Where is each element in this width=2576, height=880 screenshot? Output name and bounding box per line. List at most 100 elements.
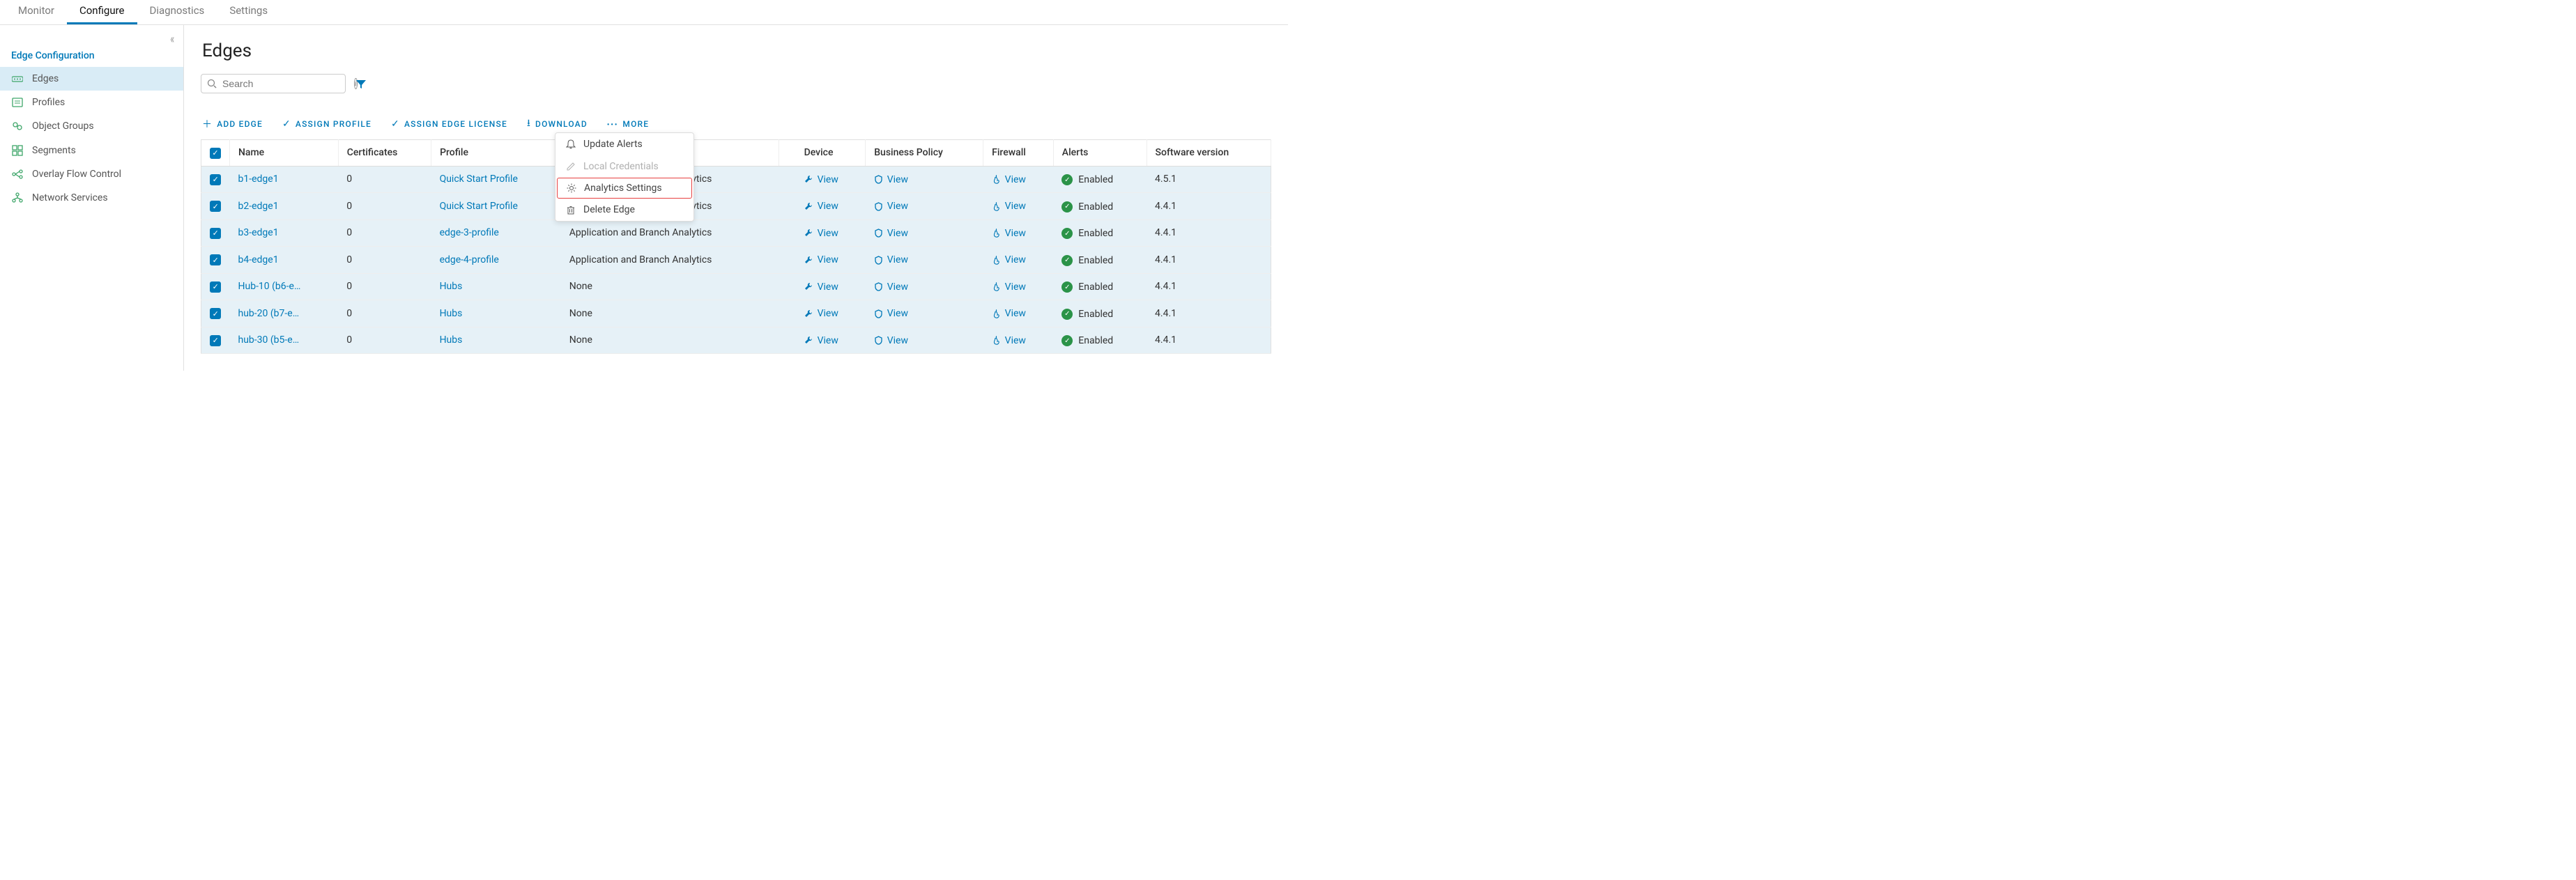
- col-software-version[interactable]: Software version: [1147, 140, 1271, 167]
- business-policy-view-link[interactable]: View: [874, 174, 908, 185]
- business-policy-view-link[interactable]: View: [874, 281, 908, 293]
- sidebar-item-label: Edges: [32, 73, 59, 84]
- firewall-view-link[interactable]: View: [992, 308, 1026, 319]
- firewall-view-link[interactable]: View: [992, 228, 1026, 239]
- edge-name-link[interactable]: Hub-10 (b6-edge1): [238, 281, 301, 292]
- profile-link[interactable]: Hubs: [440, 308, 463, 319]
- alerts-status: ✓ Enabled: [1061, 335, 1113, 346]
- more-button[interactable]: More: [607, 116, 649, 132]
- tab-configure[interactable]: Configure: [67, 0, 137, 24]
- segments-icon: [11, 145, 24, 156]
- sidebar-item-overlay-flow-control[interactable]: Overlay Flow Control: [0, 162, 183, 186]
- search-icon: [207, 78, 217, 89]
- sidebar-item-segments[interactable]: Segments: [0, 139, 183, 162]
- status-enabled-icon: ✓: [1061, 174, 1073, 185]
- row-checkbox[interactable]: ✓: [210, 201, 221, 212]
- device-view-link[interactable]: View: [804, 228, 838, 239]
- row-checkbox[interactable]: ✓: [210, 335, 221, 346]
- col-certificates[interactable]: Certificates: [338, 140, 431, 167]
- search-input[interactable]: [221, 77, 350, 90]
- search-box[interactable]: i: [201, 74, 346, 93]
- device-view-link[interactable]: View: [804, 308, 838, 319]
- col-business-policy[interactable]: Business Policy: [866, 140, 983, 167]
- select-all-header: ✓: [201, 140, 230, 167]
- edge-name-link[interactable]: b1-edge1: [238, 173, 279, 185]
- business-policy-view-link[interactable]: View: [874, 228, 908, 239]
- edge-name-link[interactable]: hub-20 (b7-edge1): [238, 308, 301, 319]
- add-edge-button[interactable]: ＋ Add Edge: [202, 116, 263, 132]
- flame-icon: [992, 255, 1001, 265]
- shield-icon: [874, 174, 883, 185]
- sidebar-collapse-button[interactable]: «: [170, 32, 174, 47]
- download-button[interactable]: ⭳ Download: [527, 116, 588, 132]
- more-analytics-settings[interactable]: Analytics Settings: [557, 178, 692, 199]
- page-title: Edges: [202, 40, 1271, 61]
- row-checkbox[interactable]: ✓: [210, 254, 221, 265]
- device-view-link[interactable]: View: [804, 335, 838, 346]
- table-row[interactable]: ✓ b1-edge1 0 Quick Start Profile Applica…: [201, 166, 1271, 193]
- col-alerts[interactable]: Alerts: [1053, 140, 1147, 167]
- table-row[interactable]: ✓ b3-edge1 0 edge-3-profile Application …: [201, 219, 1271, 247]
- profile-link[interactable]: edge-4-profile: [440, 254, 499, 265]
- alerts-status: ✓ Enabled: [1061, 309, 1113, 320]
- sidebar-item-network-services[interactable]: Network Services: [0, 186, 183, 210]
- device-view-link[interactable]: View: [804, 201, 838, 212]
- edge-name-link[interactable]: b4-edge1: [238, 254, 279, 265]
- profile-link[interactable]: Quick Start Profile: [440, 201, 518, 212]
- table-row[interactable]: ✓ hub-30 (b5-edge1) 0 Hubs None View Vie…: [201, 327, 1271, 354]
- device-view-link[interactable]: View: [804, 174, 838, 185]
- firewall-view-link[interactable]: View: [992, 201, 1026, 212]
- edge-name-link[interactable]: b2-edge1: [238, 201, 279, 212]
- sidebar-item-label: Network Services: [32, 192, 108, 203]
- firewall-view-link[interactable]: View: [992, 281, 1026, 293]
- shield-icon: [874, 201, 883, 212]
- firewall-view-link[interactable]: View: [992, 254, 1026, 265]
- row-checkbox[interactable]: ✓: [210, 308, 221, 319]
- business-policy-view-link[interactable]: View: [874, 201, 908, 212]
- assign-profile-button[interactable]: ✓ Assign Profile: [282, 116, 371, 132]
- device-view-link[interactable]: View: [804, 281, 838, 293]
- cell-analytics: None: [561, 300, 779, 327]
- business-policy-view-link[interactable]: View: [874, 254, 908, 265]
- business-policy-view-link[interactable]: View: [874, 335, 908, 346]
- edge-name-link[interactable]: b3-edge1: [238, 227, 279, 238]
- sidebar-item-profiles[interactable]: Profiles: [0, 91, 183, 114]
- col-profile[interactable]: Profile: [431, 140, 561, 167]
- wrench-icon: [804, 309, 813, 319]
- select-all-checkbox[interactable]: ✓: [210, 148, 221, 159]
- profile-link[interactable]: Hubs: [440, 334, 463, 346]
- sidebar-section-title: Edge Configuration: [0, 31, 183, 67]
- business-policy-view-link[interactable]: View: [874, 308, 908, 319]
- sidebar-item-object-groups[interactable]: Object Groups: [0, 114, 183, 138]
- tab-monitor[interactable]: Monitor: [6, 0, 67, 24]
- edge-name-link[interactable]: hub-30 (b5-edge1): [238, 334, 301, 346]
- profile-link[interactable]: Hubs: [440, 281, 463, 292]
- cell-analytics: None: [561, 327, 779, 354]
- table-row[interactable]: ✓ b2-edge1 0 Quick Start Profile Applica…: [201, 193, 1271, 220]
- firewall-view-link[interactable]: View: [992, 335, 1026, 346]
- cell-certificates: 0: [338, 247, 431, 274]
- cell-certificates: 0: [338, 193, 431, 220]
- sidebar-item-edges[interactable]: Edges: [0, 67, 183, 91]
- filter-icon[interactable]: [355, 77, 367, 91]
- table-row[interactable]: ✓ b4-edge1 0 edge-4-profile Application …: [201, 247, 1271, 274]
- more-delete-edge[interactable]: Delete Edge: [555, 199, 693, 221]
- cell-software-version: 4.4.1: [1147, 327, 1271, 354]
- tab-diagnostics[interactable]: Diagnostics: [137, 0, 217, 24]
- profile-link[interactable]: Quick Start Profile: [440, 173, 518, 185]
- firewall-view-link[interactable]: View: [992, 174, 1026, 185]
- col-device[interactable]: Device: [796, 140, 866, 167]
- more-update-alerts[interactable]: Update Alerts: [555, 133, 693, 155]
- col-name[interactable]: Name: [230, 140, 339, 167]
- main-content: Edges i ＋ Add Edge ✓ Assign Profile: [184, 25, 1288, 371]
- assign-edge-license-button[interactable]: ✓ Assign Edge License: [391, 116, 507, 132]
- row-checkbox[interactable]: ✓: [210, 228, 221, 239]
- row-checkbox[interactable]: ✓: [210, 174, 221, 185]
- profile-link[interactable]: edge-3-profile: [440, 227, 499, 238]
- col-firewall[interactable]: Firewall: [983, 140, 1054, 167]
- table-row[interactable]: ✓ hub-20 (b7-edge1) 0 Hubs None View Vie…: [201, 300, 1271, 327]
- row-checkbox[interactable]: ✓: [210, 281, 221, 293]
- tab-settings[interactable]: Settings: [217, 0, 280, 24]
- table-row[interactable]: ✓ Hub-10 (b6-edge1) 0 Hubs None View Vie…: [201, 273, 1271, 300]
- device-view-link[interactable]: View: [804, 254, 838, 265]
